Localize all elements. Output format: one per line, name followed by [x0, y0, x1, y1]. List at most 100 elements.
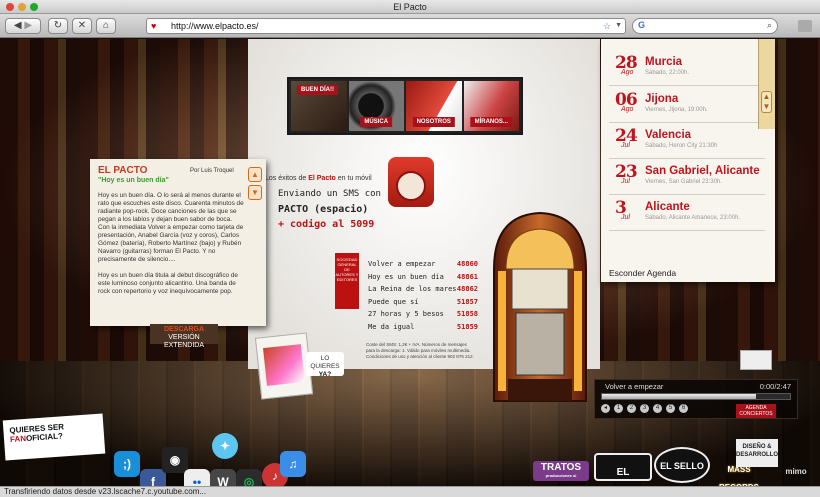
buy-cd-label[interactable]: LO QUIERES YA? [306, 352, 344, 378]
download-button[interactable]: DESCARGA VERSIÓN EXTENDIDA [150, 324, 218, 349]
main-nav: BUEN DÍA!! MÚSICA NOSOTROS MÍRANOS... [287, 77, 523, 135]
bio-scroll: ▲ ▼ [248, 167, 262, 201]
minimize-window-button[interactable] [18, 3, 26, 11]
agenda-divider [609, 158, 765, 159]
design-credit[interactable]: DISEÑO & DESARROLLO [736, 439, 778, 467]
url-text[interactable]: http://www.elpacto.es/ [171, 21, 259, 31]
nav-tile-miranos[interactable]: MÍRANOS... [463, 81, 519, 131]
twitter-icon[interactable]: ✦ [212, 433, 238, 459]
el-sello-logo[interactable]: EL SELLO [654, 447, 710, 483]
scroll-down-icon[interactable]: ▼ [248, 185, 262, 200]
agenda-item[interactable]: 24 Jul Valencia Sábado, Heron City 21:30… [615, 128, 765, 162]
sms-line-1: Enviando un SMS con [278, 189, 381, 199]
download-word[interactable]: DESCARGA [164, 326, 204, 333]
agenda-item[interactable]: 3 Jul Alicante Sábado, Alicante Amanece,… [615, 200, 765, 234]
back-forward-buttons[interactable]: ◀ ▶ [5, 18, 41, 34]
el-terrat-logo[interactable]: EL TERRAT [594, 453, 652, 481]
stop-button[interactable]: ✕ [72, 18, 92, 34]
zoom-window-button[interactable] [30, 3, 38, 11]
cd-cover[interactable] [254, 332, 314, 400]
bookmark-star-icon[interactable]: ☆ [603, 19, 611, 33]
nav-label-musica[interactable]: MÚSICA [360, 117, 393, 127]
player-progress-fill [602, 394, 757, 399]
bio-paragraph: Hoy es un buen día titula al debut disco… [98, 272, 238, 295]
nav-label-nosotros[interactable]: NOSOTROS [412, 117, 455, 127]
agenda-divider [609, 194, 765, 195]
sms-line-2: PACTO (espacio) [278, 204, 369, 215]
itunes-icon[interactable]: ♫ [280, 451, 306, 477]
flickr-icon[interactable]: •• [184, 469, 210, 486]
hide-agenda-link[interactable]: Esconder Agenda [609, 268, 676, 278]
sms-song-list: Volver a empezar 48860 Hoy es un buen día… [368, 258, 478, 333]
price-tag [740, 350, 772, 370]
agenda-divider [609, 122, 765, 123]
url-dropdown-icon[interactable]: ▼ [615, 19, 622, 33]
track-button[interactable]: 5 [666, 404, 675, 413]
wordpress-icon[interactable]: W [210, 469, 236, 486]
track-button[interactable]: 1 [614, 404, 623, 413]
agenda-item[interactable]: 23 Jul San Gabriel, Alicante Viernes, Sa… [615, 164, 765, 198]
download-version[interactable]: VERSIÓN EXTENDIDA [164, 334, 204, 349]
google-search-icon[interactable]: G [638, 20, 645, 30]
home-button[interactable]: ⌂ [96, 18, 116, 34]
nav-label-buen-dia[interactable]: BUEN DÍA!! [297, 85, 338, 95]
sgae-logo: SOCIEDAD GENERAL DE AUTORES Y EDITORES [335, 253, 359, 309]
track-button[interactable]: 6 [679, 404, 688, 413]
player-prev-icon[interactable]: ◂ [601, 404, 610, 413]
nav-tile-buen-dia[interactable]: BUEN DÍA!! [291, 81, 347, 131]
url-bar[interactable]: ♥ http://www.elpacto.es/ ☆ ▼ [146, 18, 626, 34]
player-track-title: Volver a empezar [605, 382, 664, 391]
bio-author: Por Luis Troquel [190, 168, 234, 174]
song-row: Volver a empezar 48860 [368, 260, 478, 268]
extension-icon[interactable] [798, 20, 812, 32]
phone-icon [388, 157, 434, 207]
song-row: La Reina de los mares 48862 [368, 285, 478, 293]
jukebox-image [493, 211, 587, 402]
bio-card: EL PACTO Por Luis Troquel "Hoy es un bue… [90, 159, 266, 326]
reload-button[interactable]: ↻ [48, 18, 68, 34]
sms-costs: Coste del SMS: 1,2€ + IVA. Números de me… [366, 342, 474, 359]
tuenti-icon[interactable]: ;) [114, 451, 140, 477]
song-row: Hoy es un buen día 48861 [368, 272, 478, 281]
bio-paragraph: Hoy es un buen día. O lo será al menos d… [98, 192, 244, 263]
agenda-item[interactable]: 06 Ago Jijona Viernes, Jijona, 19:00h. [615, 92, 765, 126]
song-row: Me da igual 51859 [368, 322, 478, 331]
track-button[interactable]: 3 [640, 404, 649, 413]
player-progress-bar[interactable] [601, 393, 791, 400]
forward-icon[interactable]: ▶ [24, 20, 32, 31]
concert-agenda: 28 Ago Murcia Sábado, 22:00h. 06 Ago Jij… [601, 39, 775, 282]
agenda-item[interactable]: 28 Ago Murcia Sábado, 22:00h. [615, 55, 765, 89]
scroll-up-icon[interactable]: ▲ [248, 167, 262, 182]
close-window-button[interactable] [6, 3, 14, 11]
magnifier-icon[interactable]: ⌕ [767, 20, 772, 31]
agenda-conciertos-button[interactable]: AGENDA CONCIERTOS [736, 404, 776, 418]
stop-icon: ✕ [77, 20, 87, 31]
mimo-logo[interactable]: mimo [776, 463, 816, 481]
track-button[interactable]: 2 [627, 404, 636, 413]
track-button[interactable]: 4 [653, 404, 662, 413]
status-bar: Transfiriendo datos desde v23.lscache7.c… [0, 486, 820, 497]
tratos-logo[interactable]: TRATOS producciones sl [533, 461, 589, 481]
camera-icon[interactable]: ◉ [162, 447, 188, 473]
browser-toolbar: ◀ ▶ ↻ ✕ ⌂ ♥ http://www.elpacto.es/ ☆ ▼ G… [0, 14, 820, 38]
window-title: El Pacto [393, 2, 427, 12]
agenda-scroll-tab [758, 39, 775, 129]
search-input[interactable]: G ⌕ [632, 18, 778, 34]
home-icon: ⌂ [102, 20, 110, 31]
bio-subtitle: "Hoy es un buen día" [98, 177, 169, 184]
site-favicon-icon: ♥ [151, 21, 157, 31]
window-titlebar: El Pacto [0, 0, 820, 14]
nav-tile-musica[interactable]: MÚSICA [348, 81, 404, 131]
agenda-scroll-icon[interactable]: ▲ ▼ [761, 91, 772, 113]
page-content: BUEN DÍA!! MÚSICA NOSOTROS MÍRANOS... Lo… [0, 39, 820, 486]
nav-label-miranos[interactable]: MÍRANOS... [470, 117, 512, 127]
agenda-divider [609, 85, 765, 86]
back-icon[interactable]: ◀ [14, 20, 22, 31]
bottom-bar: QUIERES SER FANOFICIAL? email edad provi… [0, 413, 820, 486]
player-time: 0:00/2:47 [759, 382, 791, 391]
spotify-icon[interactable]: ◎ [236, 469, 262, 486]
song-row: 27 horas y 5 besos 51858 [368, 310, 478, 318]
reload-icon: ↻ [53, 20, 63, 31]
nav-tile-nosotros[interactable]: NOSOTROS [406, 81, 462, 131]
sms-line-3: + codigo al 5099 [278, 219, 375, 230]
